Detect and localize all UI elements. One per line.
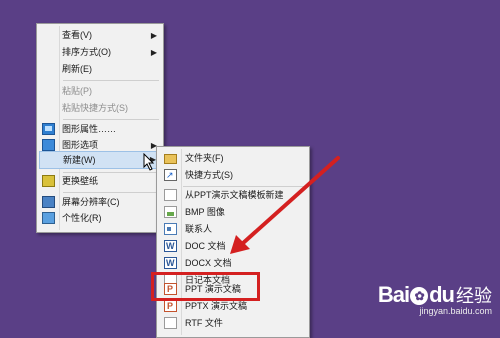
annotation-highlight-box xyxy=(151,272,260,301)
mouse-cursor-icon xyxy=(143,153,155,171)
baidu-jingyan-watermark: Bai ✿ du 经验 jingyan.baidu.com xyxy=(378,282,492,316)
watermark-brand: Bai ✿ du xyxy=(377,282,455,307)
watermark-cn: 经验 xyxy=(456,286,492,306)
paw-icon: ✿ xyxy=(410,287,429,305)
